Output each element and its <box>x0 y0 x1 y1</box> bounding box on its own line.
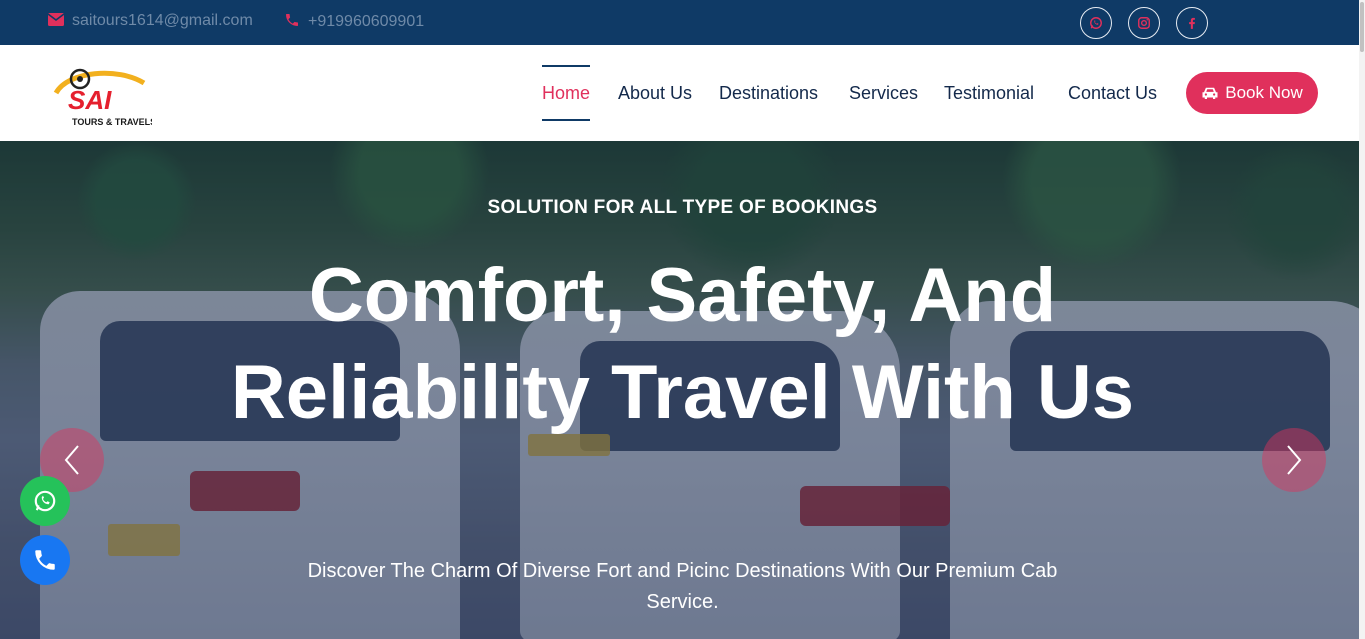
facebook-link[interactable] <box>1176 7 1208 39</box>
phone-contact[interactable]: +919960609901 <box>284 12 424 32</box>
whatsapp-icon <box>1090 17 1102 29</box>
email-text: saitours1614@gmail.com <box>72 12 253 29</box>
top-bar: saitours1614@gmail.com +919960609901 <box>0 0 1365 45</box>
book-now-label: Book Now <box>1225 83 1303 102</box>
nav-testimonial[interactable]: Testimonial <box>944 65 1034 121</box>
scrollbar-track[interactable] <box>1359 0 1365 639</box>
logo-text: SAI <box>68 85 112 115</box>
phone-text: +919960609901 <box>308 13 425 30</box>
carousel-next-button[interactable] <box>1262 428 1326 492</box>
nav-contact-us[interactable]: Contact Us <box>1068 65 1157 121</box>
hero-subtitle: SOLUTION FOR ALL TYPE OF BOOKINGS <box>487 197 878 218</box>
main-navbar: SAI TOURS & TRAVELS Home About Us Destin… <box>0 45 1365 141</box>
nav-services[interactable]: Services <box>849 65 918 121</box>
phone-icon <box>35 550 55 570</box>
chevron-left-icon <box>64 445 79 475</box>
facebook-icon <box>1189 17 1195 29</box>
hero-description: Discover The Charm Of Diverse Fort and P… <box>307 560 1058 613</box>
nav-about-us[interactable]: About Us <box>618 65 692 121</box>
call-float-button[interactable] <box>20 535 70 585</box>
whatsapp-icon <box>34 490 56 512</box>
site-logo[interactable]: SAI TOURS & TRAVELS <box>48 63 156 127</box>
envelope-icon <box>47 12 65 30</box>
email-contact[interactable]: saitours1614@gmail.com <box>47 12 253 30</box>
whatsapp-float-button[interactable] <box>20 476 70 526</box>
nav-home[interactable]: Home <box>542 65 591 121</box>
chevron-right-icon <box>1287 445 1302 475</box>
hero-banner: SOLUTION FOR ALL TYPE OF BOOKINGS Comfor… <box>0 141 1365 639</box>
instagram-icon <box>1138 17 1150 29</box>
logo-subtext: TOURS & TRAVELS <box>72 117 152 127</box>
hero-title: Comfort, Safety, And Reliability Travel … <box>230 253 1135 435</box>
book-now-button[interactable]: Book Now <box>1186 72 1318 114</box>
nav-destinations[interactable]: Destinations <box>719 65 818 121</box>
car-icon <box>1202 87 1218 99</box>
whatsapp-link[interactable] <box>1080 7 1112 39</box>
phone-icon <box>284 12 300 32</box>
scrollbar-thumb[interactable] <box>1360 2 1364 52</box>
instagram-link[interactable] <box>1128 7 1160 39</box>
